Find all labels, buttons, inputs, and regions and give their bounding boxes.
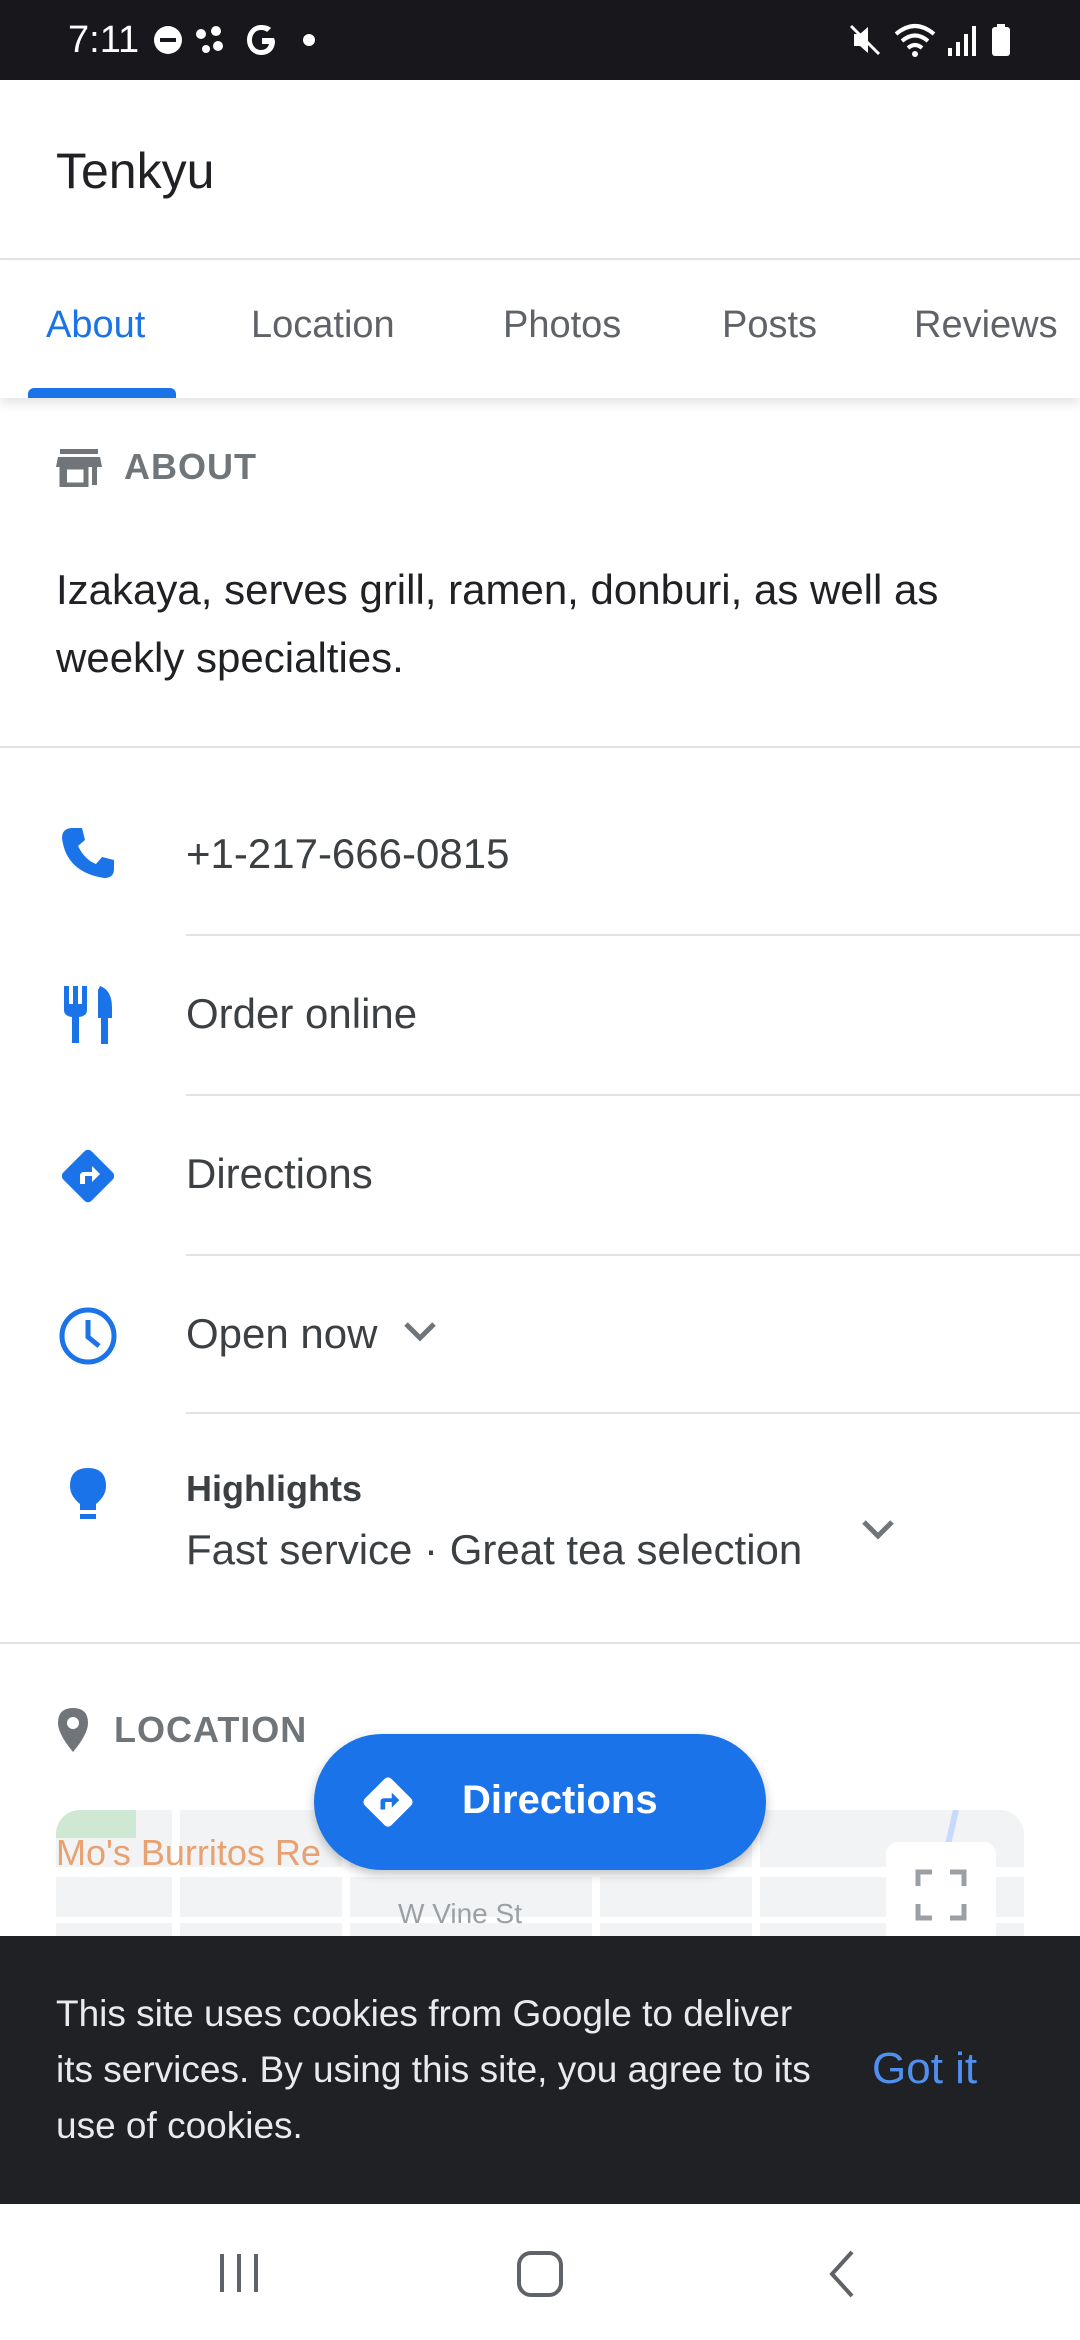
got-it-button[interactable]: Got it: [872, 2044, 977, 2094]
recent-apps-icon[interactable]: [214, 2248, 264, 2298]
about-description: Izakaya, serves grill, ramen, donburi, a…: [56, 566, 939, 681]
phone-number[interactable]: +1-217-666-0815: [186, 830, 509, 878]
tab-about[interactable]: About: [46, 304, 145, 347]
tab-bar: About Location Photos Posts Reviews: [0, 262, 1080, 398]
directions-icon: [61, 1149, 115, 1203]
divider: [0, 1642, 1080, 1644]
wifi-icon: [894, 24, 936, 57]
directions-label[interactable]: Directions: [186, 1150, 373, 1198]
highlights-title: Highlights: [186, 1468, 362, 1509]
hours-status[interactable]: Open now: [186, 1310, 377, 1358]
divider: [186, 1254, 1080, 1256]
tab-posts[interactable]: Posts: [722, 304, 817, 347]
lightbulb-icon: [70, 1468, 106, 1519]
divider: [186, 934, 1080, 936]
battery-icon: [992, 24, 1010, 56]
mute-icon: [849, 24, 881, 56]
status-time: 7:11: [68, 19, 140, 61]
tab-photos[interactable]: Photos: [503, 304, 621, 347]
fullscreen-button[interactable]: [886, 1842, 996, 1940]
highlights-value: Fast service · Great tea selection: [186, 1526, 803, 1573]
chevron-down-icon[interactable]: [402, 1320, 438, 1344]
cookie-banner: This site uses cookies from Google to de…: [0, 1936, 1080, 2204]
notification-dot-icon: [303, 34, 315, 46]
back-icon[interactable]: [822, 2248, 862, 2300]
cookie-message: This site uses cookies from Google to de…: [56, 1993, 811, 2146]
fullscreen-icon: [915, 1869, 967, 1921]
directions-fab-label: Directions: [462, 1778, 658, 1822]
order-online-label[interactable]: Order online: [186, 990, 417, 1038]
clock-icon: [59, 1307, 117, 1365]
about-heading: ABOUT: [56, 446, 257, 488]
tab-location[interactable]: Location: [251, 304, 395, 347]
location-heading-label: LOCATION: [114, 1709, 308, 1750]
tab-reviews[interactable]: Reviews: [914, 304, 1058, 347]
google-icon: [247, 25, 275, 55]
page-title: Tenkyu: [56, 143, 215, 199]
home-icon[interactable]: [514, 2248, 566, 2300]
chevron-down-icon[interactable]: [860, 1518, 896, 1542]
restaurant-icon: [64, 986, 112, 1044]
directions-icon: [363, 1777, 413, 1827]
store-icon: [56, 449, 102, 487]
system-nav-bar: [0, 2204, 1080, 2340]
location-heading: LOCATION: [56, 1706, 307, 1754]
divider: [186, 1412, 1080, 1414]
map-place-label: Mo's Burritos Re: [56, 1832, 321, 1873]
map-street-label: W Vine St: [398, 1898, 522, 1929]
map-pin-icon: [58, 1708, 88, 1752]
signal-icon: [948, 26, 976, 56]
divider: [186, 1094, 1080, 1096]
active-tab-indicator: [28, 388, 176, 398]
directions-fab[interactable]: Directions: [314, 1734, 766, 1870]
assistant-icon: [196, 26, 223, 53]
title-bar: Tenkyu: [0, 80, 1080, 260]
status-bar: 7:11: [0, 0, 1080, 80]
divider: [0, 746, 1080, 748]
dnd-icon: [154, 26, 182, 54]
about-heading-label: ABOUT: [124, 446, 257, 487]
phone-icon: [62, 828, 114, 878]
